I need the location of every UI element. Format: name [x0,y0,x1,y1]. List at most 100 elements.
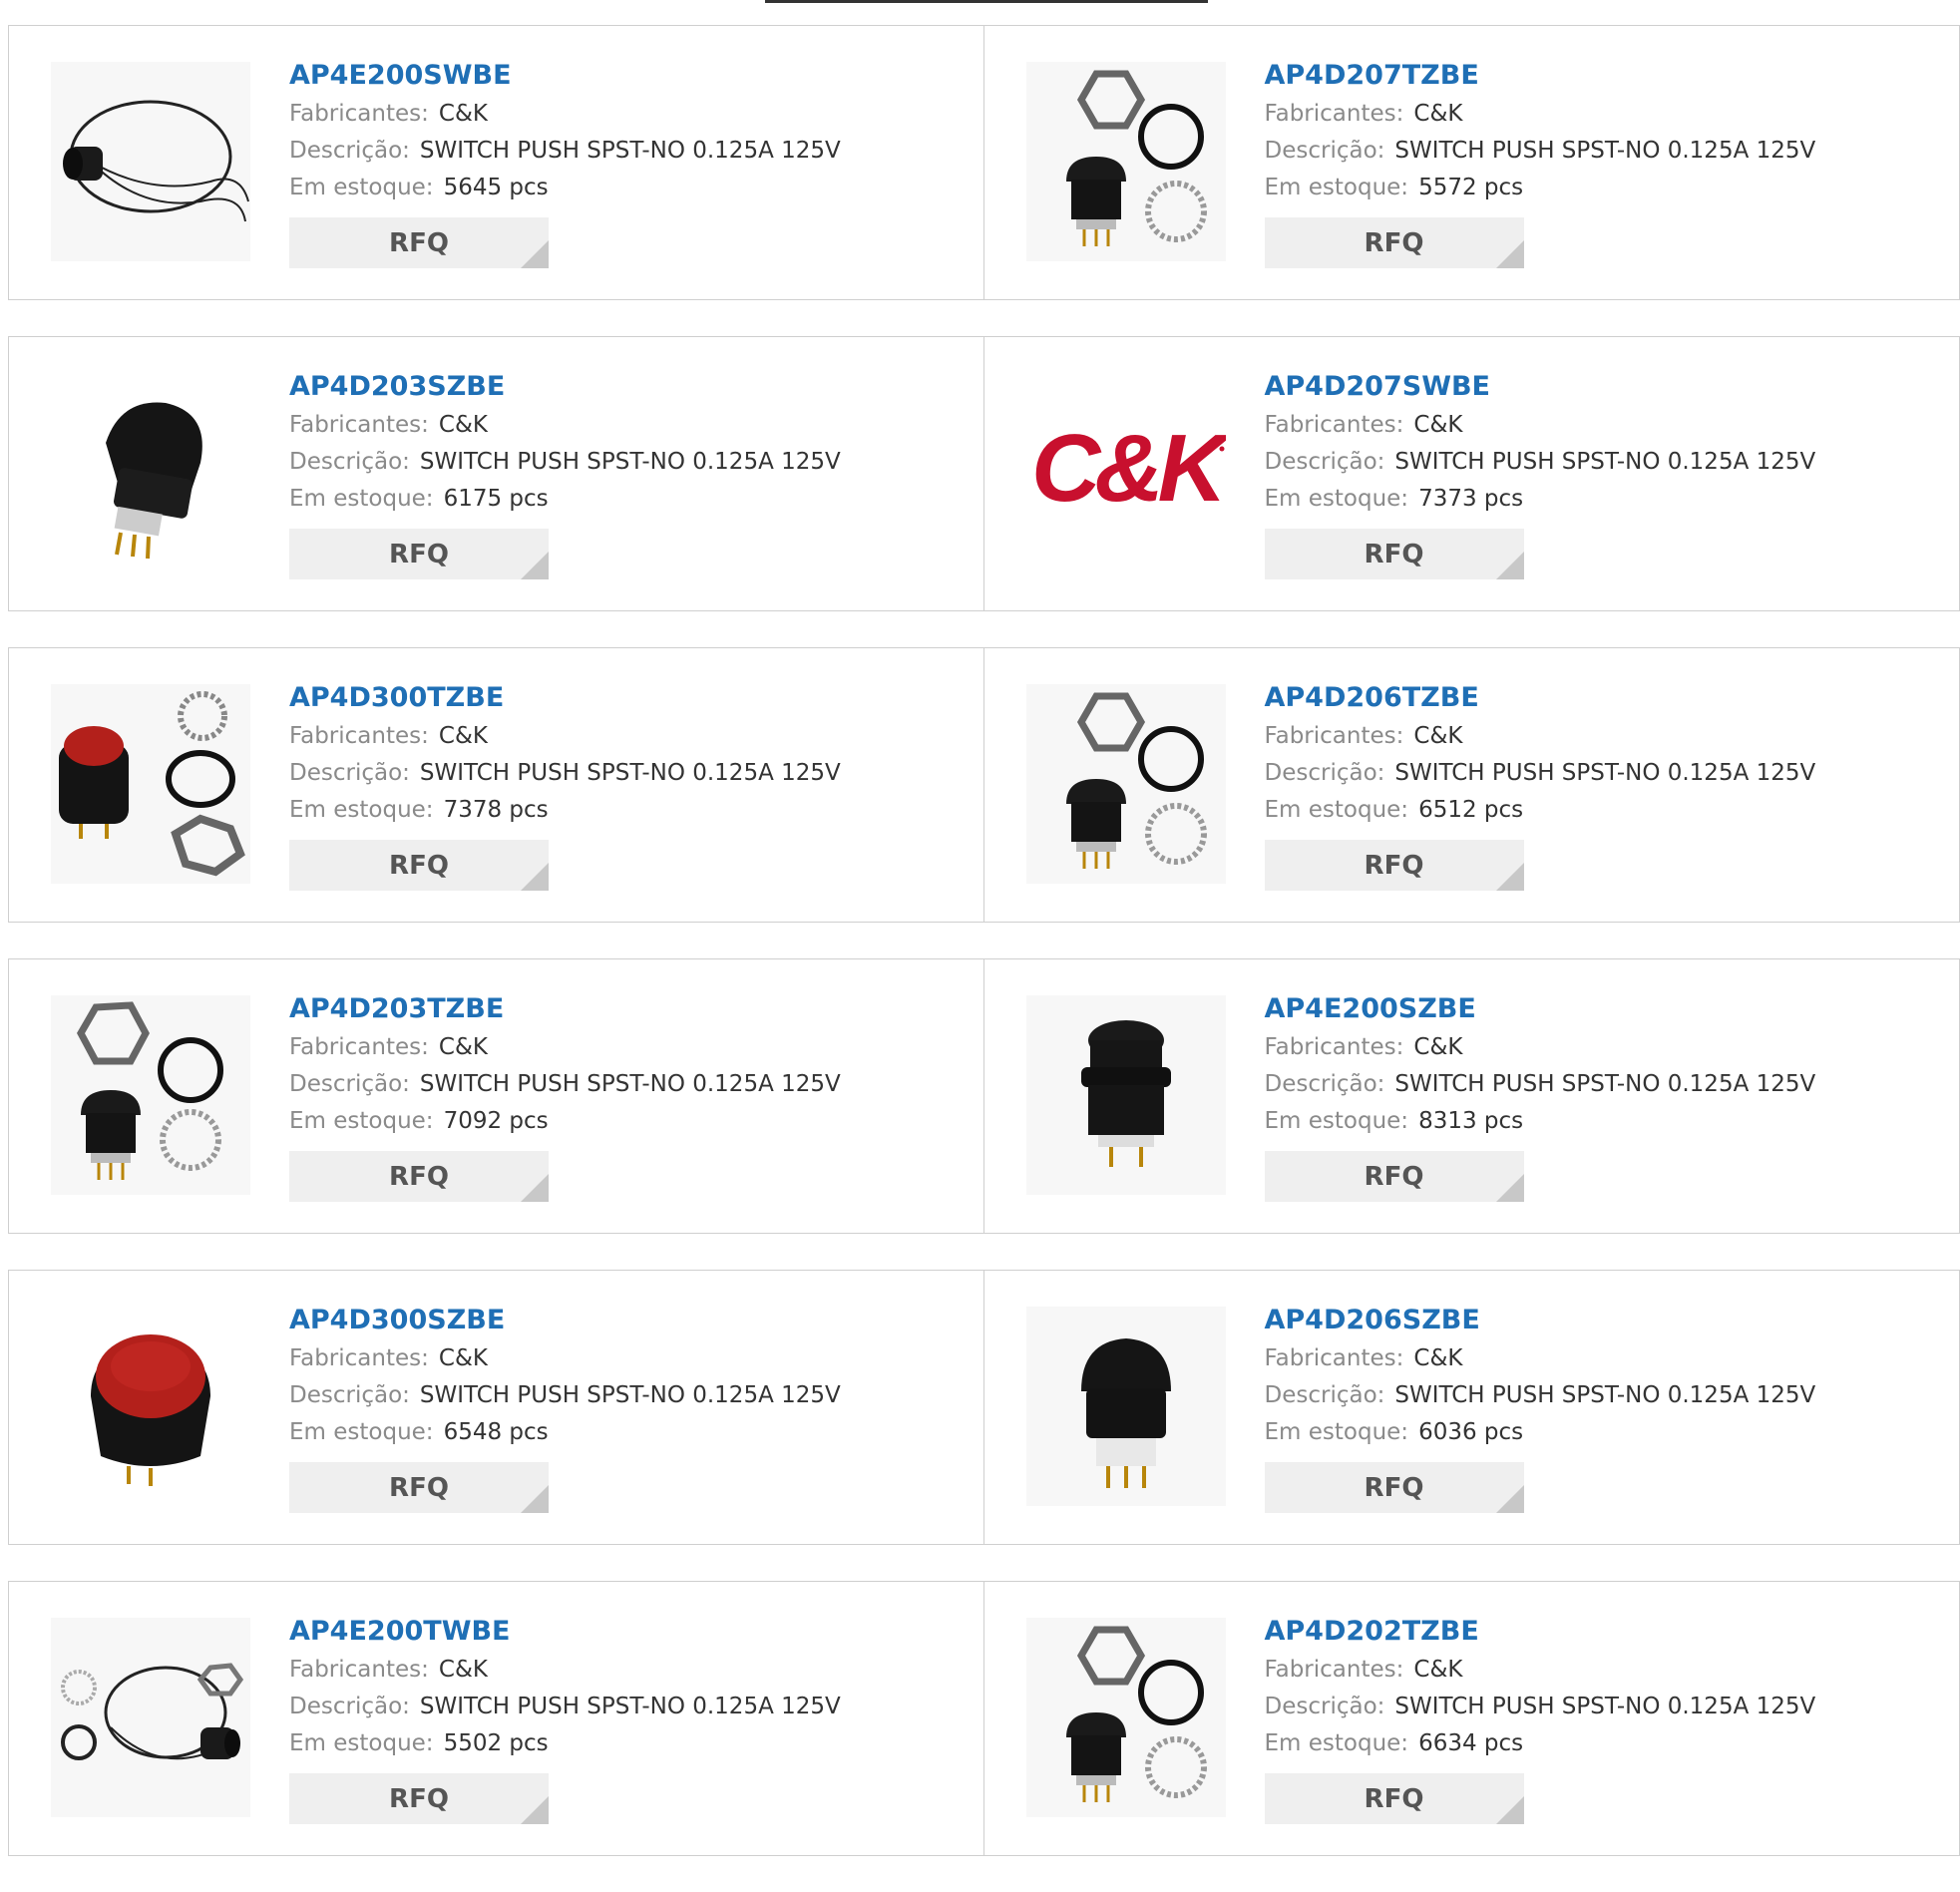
stock-value: 5502 pcs [444,1730,549,1756]
stock-label: Em estoque: [1265,175,1409,200]
stock-value: 5645 pcs [444,175,549,200]
manufacturer-label: Fabricantes: [1265,723,1404,749]
product-card: AP4D203SZBE Fabricantes:C&K Descrição:SW… [8,336,984,611]
rfq-button[interactable]: RFQ [1265,217,1524,268]
manufacturer-value: C&K [439,1034,488,1060]
rfq-button[interactable]: RFQ [289,529,549,579]
manufacturer-label: Fabricantes: [1265,412,1404,438]
product-row: AP4D300SZBE Fabricantes: C&K Descrição:SW… [8,1270,1960,1545]
manufacturer-label: Fabricantes: [289,1345,429,1371]
part-number-link[interactable]: AP4D207TZBE [1265,56,1816,96]
description-row: Descrição:SWITCH PUSH SPST-NO 0.125A 125… [1265,1377,1816,1414]
part-number-link[interactable]: AP4D202TZBE [1265,1612,1816,1652]
product-image[interactable] [51,684,250,884]
switch-with-hardware-icon [1026,1618,1226,1817]
description-row: Descrição:SWITCH PUSH SPST-NO 0.125A 125… [1265,755,1816,792]
rfq-button[interactable]: RFQ [1265,840,1524,891]
product-image[interactable] [51,1307,250,1506]
wire-lead-switch-hardware-icon [51,1618,250,1817]
product-image[interactable] [1026,995,1226,1195]
part-number-link[interactable]: AP4E200SZBE [1265,989,1816,1029]
stock-label: Em estoque: [1265,797,1409,823]
rfq-button[interactable]: RFQ [289,1773,549,1824]
stock-label: Em estoque: [1265,486,1409,512]
product-image[interactable] [51,62,250,261]
part-number-link[interactable]: AP4D207SWBE [1265,367,1816,407]
description-label: Descrição: [289,760,410,786]
product-card: AP4D300TZBE Fabricantes:C&K Descrição:SW… [8,647,984,923]
rfq-button[interactable]: RFQ [289,217,549,268]
part-number-link[interactable]: AP4D206SZBE [1265,1301,1816,1340]
corner-triangle-icon [1496,1796,1524,1824]
description-label: Descrição: [289,1071,410,1097]
stock-row: Em estoque:6512 pcs [1265,792,1816,829]
part-number-link[interactable]: AP4D300SZBE [289,1301,841,1340]
rfq-button[interactable]: RFQ [1265,1151,1524,1202]
description-value: SWITCH PUSH SPST-NO 0.125A 125V [420,1694,841,1719]
red-switch-with-hardware-icon [51,684,250,884]
description-row: Descrição:SWITCH PUSH SPST-NO 0.125A 125… [1265,1066,1816,1103]
manufacturer-value: C&K [1413,1034,1462,1060]
product-row: AP4D300TZBE Fabricantes:C&K Descrição:SW… [8,647,1960,923]
manufacturer-label: Fabricantes: [289,1034,429,1060]
product-image[interactable]: C&K [1026,373,1226,572]
stock-row: Em estoque: 5645 pcs [289,170,841,206]
rfq-button[interactable]: RFQ [1265,529,1524,579]
rfq-button[interactable]: RFQ [1265,1773,1524,1824]
manufacturer-value: C&K [1413,1657,1462,1683]
product-image[interactable] [1026,1618,1226,1817]
product-image[interactable] [51,995,250,1195]
part-number-link[interactable]: AP4D206TZBE [1265,678,1816,718]
description-row: Descrição: SWITCH PUSH SPST-NO 0.125A 125… [289,133,841,170]
rfq-label: RFQ [389,851,449,881]
stock-row: Em estoque:6548 pcs [289,1414,841,1451]
description-label: Descrição: [289,138,410,164]
manufacturer-value: C&K [1413,412,1462,438]
product-card: AP4D207TZBE Fabricantes: C&K Descrição:SW… [984,25,1960,300]
manufacturer-row: Fabricantes:C&K [1265,1652,1816,1689]
stock-value: 6175 pcs [444,486,549,512]
black-switch-angled-icon [51,373,250,572]
product-image[interactable] [1026,684,1226,884]
part-number-link[interactable]: AP4E200TWBE [289,1612,841,1652]
rfq-button[interactable]: RFQ [289,840,549,891]
rfq-label: RFQ [1365,540,1424,569]
switch-with-hardware-icon [1026,62,1226,261]
description-value: SWITCH PUSH SPST-NO 0.125A 125V [420,1071,841,1097]
manufacturer-value: C&K [1413,101,1462,127]
svg-text:C&K: C&K [1031,415,1226,522]
manufacturer-row: Fabricantes: C&K [1265,96,1816,133]
description-value: SWITCH PUSH SPST-NO 0.125A 125V [420,138,841,164]
rfq-button[interactable]: RFQ [289,1151,549,1202]
rfq-button[interactable]: RFQ [289,1462,549,1513]
product-image[interactable] [1026,1307,1226,1506]
manufacturer-row: Fabricantes:C&K [289,718,841,755]
rfq-label: RFQ [1365,1473,1424,1503]
manufacturer-label: Fabricantes: [1265,101,1404,127]
description-value: SWITCH PUSH SPST-NO 0.125A 125V [1394,1382,1815,1408]
product-image[interactable] [1026,62,1226,261]
manufacturer-value: C&K [439,1345,488,1371]
product-card: AP4E200TWBE Fabricantes:C&K Descrição:SW… [8,1581,984,1856]
stock-label: Em estoque: [289,175,434,200]
product-card: AP4E200SWBE Fabricantes:C&K Descrição:SW… [8,25,984,300]
part-number-link[interactable]: AP4D203TZBE [289,989,841,1029]
description-row: Descrição:SWITCH PUSH SPST-NO 0.125A 125… [1265,133,1816,170]
description-value: SWITCH PUSH SPST-NO 0.125A 125V [420,449,841,475]
manufacturer-row: Fabricantes:C&K [1265,1029,1816,1066]
description-label: Descrição: [1265,760,1385,786]
manufacturer-row: Fabricantes:C&K [1265,718,1816,755]
product-grid: AP4E200SWBE Fabricantes: C&K Descrição: SW… [8,25,1960,1892]
rfq-label: RFQ [389,540,449,569]
manufacturer-value: C&K [439,723,488,749]
product-image[interactable] [51,1618,250,1817]
part-number-link[interactable]: AP4D203SZBE [289,367,841,407]
manufacturer-row: Fabricantes: C&K [289,1029,841,1066]
product-image[interactable] [51,373,250,572]
part-number-link[interactable]: AP4E200SWBE [289,56,841,96]
switch-with-hardware-icon [51,995,250,1195]
rfq-button[interactable]: RFQ [1265,1462,1524,1513]
manufacturer-row: Fabricantes: C&K [289,1340,841,1377]
part-number-link[interactable]: AP4D300TZBE [289,678,841,718]
stock-label: Em estoque: [289,1730,434,1756]
